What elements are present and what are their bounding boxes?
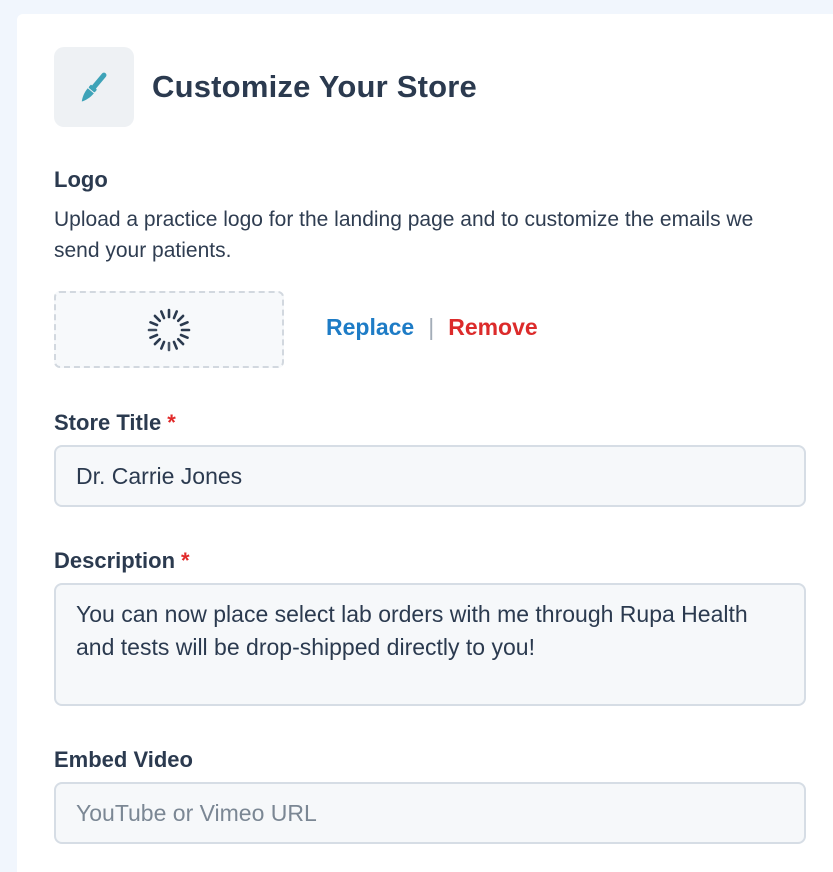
store-title-label: Store Title *: [54, 410, 176, 436]
replace-logo-link[interactable]: Replace: [326, 314, 414, 341]
customize-store-card: Customize Your Store Logo Upload a pract…: [17, 14, 833, 872]
embed-video-label: Embed Video: [54, 747, 193, 772]
description-label: Description *: [54, 548, 190, 574]
store-title-label-text: Store Title: [54, 410, 162, 435]
remove-logo-link[interactable]: Remove: [448, 314, 537, 341]
required-mark: *: [167, 410, 176, 435]
action-divider: |: [428, 314, 435, 340]
logo-helper-text: Upload a practice logo for the landing p…: [54, 208, 754, 262]
header-icon-box: [54, 47, 134, 127]
logo-upload-area[interactable]: [54, 291, 284, 368]
logo-label: Logo: [54, 167, 108, 192]
page-title: Customize Your Store: [152, 69, 477, 104]
loading-spinner-icon: [147, 308, 191, 351]
logo-actions: Replace | Remove: [326, 314, 538, 341]
paintbrush-icon: [81, 72, 107, 102]
required-mark: *: [181, 548, 190, 573]
store-title-input[interactable]: [54, 445, 806, 507]
description-label-text: Description: [54, 548, 176, 573]
description-textarea[interactable]: You can now place select lab orders with…: [54, 583, 806, 706]
card-header: Customize Your Store: [54, 47, 477, 127]
embed-video-input[interactable]: [54, 782, 806, 844]
